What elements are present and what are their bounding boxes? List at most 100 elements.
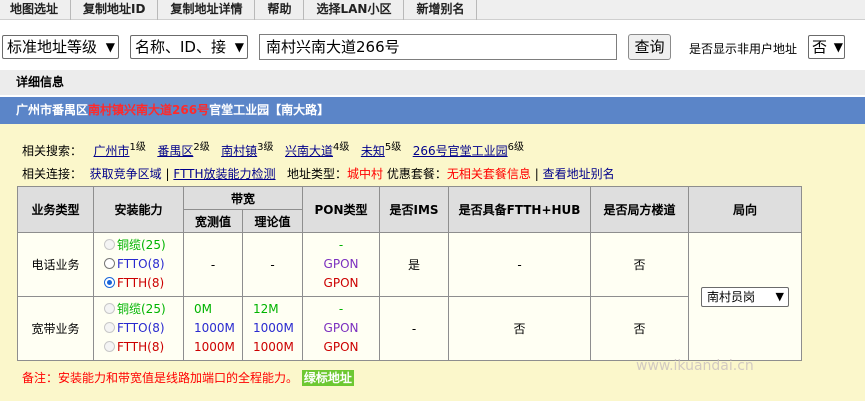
address-banner: 广州市番禺区南村镇兴南大道266号官堂工业园【南大路】 bbox=[0, 97, 865, 124]
table-row: 宽带业务 铜缆(25) FTTO(8) FTTH(8) 0M 1000M 100… bbox=[17, 296, 802, 361]
bureau-select[interactable]: 南村员岗 ▼ bbox=[701, 286, 790, 307]
option-copper[interactable]: 铜缆(25) bbox=[94, 300, 183, 319]
ftth-check-link[interactable]: FTTH放装能力检测 bbox=[173, 167, 275, 181]
header-theory: 理论值 bbox=[241, 209, 304, 233]
related-search-district[interactable]: 番禺区 bbox=[157, 144, 193, 158]
option-ftto[interactable]: FTTO(8) bbox=[94, 255, 183, 274]
option-copper[interactable]: 铜缆(25) bbox=[94, 236, 183, 255]
query-button[interactable]: 查询 bbox=[628, 34, 671, 60]
biz-type-cell: 宽带业务 bbox=[17, 296, 94, 361]
theory-value: 1000M bbox=[253, 340, 294, 354]
menu-copy-address-detail[interactable]: 复制地址详情 bbox=[158, 0, 256, 20]
menu-select-lan[interactable]: 选择LAN小区 bbox=[304, 0, 405, 20]
level-tag: 1级 bbox=[129, 142, 146, 153]
pon-value: - bbox=[338, 302, 344, 316]
capability-table: 业务类型 安装能力 带宽 PON类型 是否IMS 是否具备FTTH+HUB 是否… bbox=[17, 186, 803, 361]
header-biz-type: 业务类型 bbox=[17, 186, 94, 233]
theory-value: 1000M bbox=[253, 321, 294, 335]
option-ftto[interactable]: FTTO(8) bbox=[94, 319, 183, 338]
measured-value: 1000M bbox=[194, 340, 235, 354]
related-search-label: 相关搜索： bbox=[22, 144, 83, 158]
measured-cell: 0M 1000M 1000M bbox=[183, 296, 243, 361]
related-links-line: 相关连接： 获取竞争区域 | FTTH放装能力检测 地址类型：城中村 优惠套餐：… bbox=[22, 165, 615, 182]
header-install: 安装能力 bbox=[93, 186, 184, 233]
search-row: 标准地址等级 ▼ 名称、ID、接 ▼ 南村兴南大道266号 查询 是否显示非用户… bbox=[0, 31, 865, 63]
theory-cell: 12M 1000M 1000M bbox=[241, 296, 304, 361]
header-pon: PON类型 bbox=[302, 186, 381, 233]
measured-value: 1000M bbox=[194, 321, 235, 335]
bureau-building-cell: 否 bbox=[590, 296, 690, 361]
promo-label: 优惠套餐： bbox=[386, 167, 447, 181]
chevron-down-icon: ▼ bbox=[775, 289, 785, 303]
chevron-down-icon: ▼ bbox=[234, 40, 244, 54]
level-tag: 5级 bbox=[384, 142, 402, 153]
chevron-down-icon: ▼ bbox=[833, 40, 843, 54]
header-bandwidth: 带宽 bbox=[182, 186, 304, 210]
note-text: 备注：安装能力和带宽值是线路加端口的全程能力。 bbox=[22, 371, 299, 385]
install-options-cell: 铜缆(25) FTTO(8) FTTH(8) bbox=[93, 296, 184, 361]
address-level-value: 标准地址等级 bbox=[7, 38, 98, 56]
header-bureau-building: 是否局方楼道 bbox=[590, 186, 690, 233]
detail-section-title: 详细信息 bbox=[0, 70, 865, 95]
chevron-down-icon: ▼ bbox=[105, 40, 115, 54]
bureau-cell: 南村员岗 ▼ bbox=[688, 232, 803, 361]
measured-cell: - bbox=[183, 232, 243, 297]
theory-value: 12M bbox=[253, 302, 279, 316]
related-search-road[interactable]: 兴南大道 bbox=[285, 144, 333, 158]
level-tag: 2级 bbox=[193, 142, 210, 153]
competition-area-link[interactable]: 获取竞争区域 bbox=[90, 167, 162, 181]
menu-copy-address-id[interactable]: 复制地址ID bbox=[71, 0, 159, 20]
address-type-label: 地址类型： bbox=[287, 167, 348, 181]
top-menu-bar: 地图选址 复制地址ID 复制地址详情 帮助 选择LAN小区 新增别名 bbox=[0, 0, 865, 20]
related-search-town[interactable]: 南村镇 bbox=[221, 144, 257, 158]
option-label: 铜缆(25) bbox=[117, 238, 166, 252]
radio-checked-icon[interactable] bbox=[104, 277, 115, 288]
radio-icon[interactable] bbox=[104, 258, 115, 269]
header-measured: 宽测值 bbox=[183, 209, 243, 233]
address-search-input[interactable]: 南村兴南大道266号 bbox=[259, 34, 617, 60]
radio-icon[interactable] bbox=[104, 341, 115, 352]
level-tag: 3级 bbox=[257, 142, 274, 153]
menu-map-select[interactable]: 地图选址 bbox=[0, 0, 72, 20]
header-bureau: 局向 bbox=[688, 186, 803, 233]
radio-icon[interactable] bbox=[104, 239, 115, 250]
related-links-label: 相关连接： bbox=[22, 167, 83, 181]
address-suffix: 官堂工业园【南大路】 bbox=[209, 103, 330, 117]
promo-value: 无相关套餐信息 bbox=[446, 167, 531, 181]
pon-value: GPON bbox=[323, 276, 359, 290]
watermark: www.ikuandai.cn bbox=[636, 358, 754, 374]
bureau-select-value: 南村员岗 bbox=[707, 289, 756, 304]
table-row: 电话业务 铜缆(25) FTTO(8) FTTH(8) - - - GPON G… bbox=[17, 232, 803, 361]
pon-value: - bbox=[338, 238, 344, 252]
ftth-hub-cell: 否 bbox=[448, 296, 592, 361]
view-alias-link[interactable]: 查看地址别名 bbox=[543, 167, 615, 181]
bureau-building-cell: 否 bbox=[590, 232, 690, 297]
ftth-hub-cell: - bbox=[448, 232, 592, 297]
show-nonuser-select[interactable]: 否 ▼ bbox=[808, 35, 845, 59]
radio-icon[interactable] bbox=[104, 322, 115, 333]
related-search-building[interactable]: 266号官堂工业园 bbox=[413, 144, 508, 158]
pon-value: GPON bbox=[323, 340, 359, 354]
related-search-unknown[interactable]: 未知 bbox=[361, 144, 385, 158]
related-search-city[interactable]: 广州市 bbox=[93, 144, 129, 158]
green-address-badge: 绿标地址 bbox=[301, 370, 354, 386]
option-label: 铜缆(25) bbox=[117, 302, 166, 316]
note-line: 备注：安装能力和带宽值是线路加端口的全程能力。 绿标地址 bbox=[22, 369, 354, 386]
address-highlight: 南村镇兴南大道266号 bbox=[88, 103, 210, 117]
level-tag: 4级 bbox=[333, 142, 350, 153]
radio-icon[interactable] bbox=[104, 303, 115, 314]
pon-cell: - GPON GPON bbox=[302, 296, 381, 361]
address-level-select[interactable]: 标准地址等级 ▼ bbox=[2, 35, 119, 59]
address-type-value: 城中村 bbox=[347, 167, 384, 181]
menu-add-alias[interactable]: 新增别名 bbox=[404, 0, 478, 20]
menu-help[interactable]: 帮助 bbox=[255, 0, 305, 20]
option-label: FTTO(8) bbox=[117, 257, 165, 271]
theory-cell: - bbox=[241, 232, 304, 297]
ims-cell: - bbox=[379, 296, 450, 361]
search-field-value: 名称、ID、接 bbox=[135, 38, 226, 56]
search-field-select[interactable]: 名称、ID、接 ▼ bbox=[130, 35, 248, 59]
biz-type-cell: 电话业务 bbox=[17, 232, 94, 297]
option-ftth[interactable]: FTTH(8) bbox=[94, 338, 183, 357]
ims-cell: 是 bbox=[379, 232, 450, 297]
option-ftth[interactable]: FTTH(8) bbox=[94, 274, 183, 293]
